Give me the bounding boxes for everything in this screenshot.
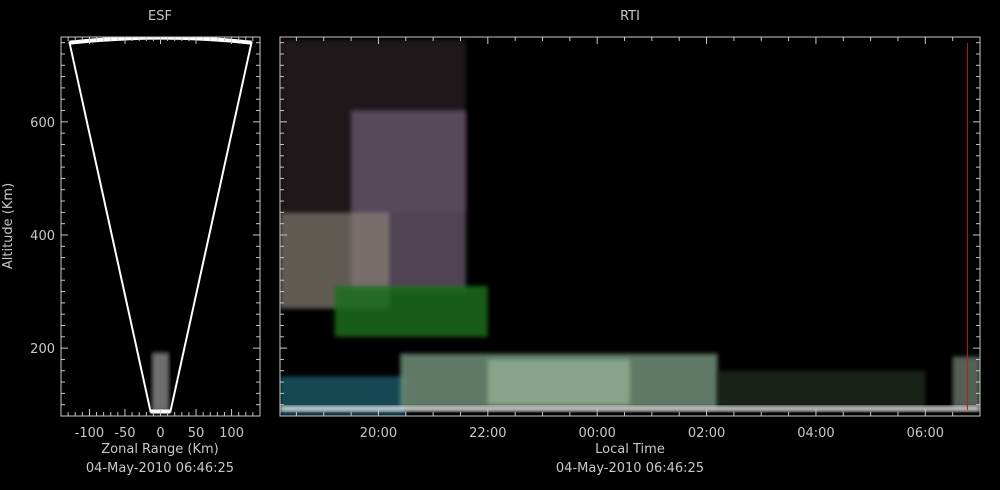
rti-xtick-label: 20:00	[360, 426, 397, 441]
rti-xtick-label: 02:00	[688, 426, 725, 441]
rti-echo-region	[952, 356, 980, 408]
esf-xtick-label: 0	[156, 426, 164, 441]
esf-ticks: -100 -50 0 50 100 200 400 600	[30, 37, 260, 441]
esf-plot-area	[68, 37, 253, 414]
esf-xtick-label: -50	[114, 426, 135, 441]
rti-title: RTI	[620, 9, 640, 24]
rti-panel: RTI 20:00 22:00 00:00 02:00 04:00 06:00 Local…	[279, 9, 981, 476]
esf-xlabel: Zonal Range (Km)	[101, 442, 218, 457]
esf-title: ESF	[148, 9, 172, 24]
rti-timestamp: 04-May-2010 06:46:25	[556, 461, 704, 476]
esf-xtick-label: 50	[188, 426, 205, 441]
rti-echo-region	[487, 359, 630, 405]
esf-ytick-label: 400	[30, 229, 55, 244]
figure: ESF -100 -50 0 50 100 200 400 600 Zonal Range (…	[1, 9, 981, 476]
rti-echo-region	[717, 370, 926, 408]
esf-ytick-label: 600	[30, 116, 55, 131]
esf-timestamp: 04-May-2010 06:46:25	[86, 461, 234, 476]
esf-echo	[151, 352, 170, 412]
esf-xtick-label: -100	[75, 426, 105, 441]
esf-ylabel: Altitude (Km)	[1, 183, 16, 269]
esf-xtick-label: 100	[219, 426, 244, 441]
rti-xtick-label: 22:00	[469, 426, 506, 441]
rti-xtick-label: 06:00	[907, 426, 944, 441]
rti-echo-region	[280, 405, 980, 412]
rti-xtick-label: 00:00	[578, 426, 615, 441]
rti-xtick-label: 04:00	[797, 426, 834, 441]
rti-plot-area	[280, 39, 980, 416]
esf-ytick-label: 200	[30, 342, 55, 357]
rti-xlabel: Local Time	[595, 442, 665, 457]
rti-echo-region	[334, 285, 488, 337]
esf-panel: ESF -100 -50 0 50 100 200 400 600 Zonal Range (…	[1, 9, 261, 476]
